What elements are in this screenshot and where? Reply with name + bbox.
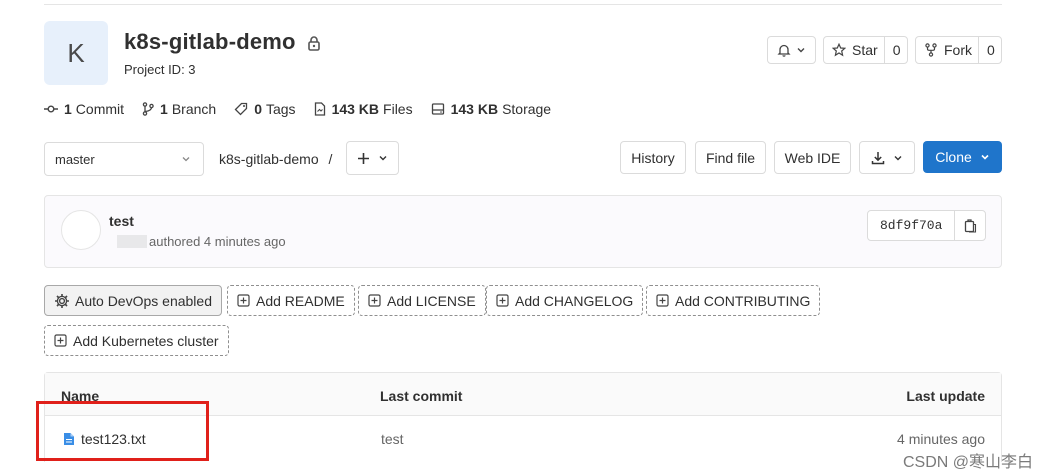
files-label: Files xyxy=(383,101,413,117)
stat-branches[interactable]: 1 Branch xyxy=(142,101,216,117)
notifications-dropdown[interactable] xyxy=(767,36,816,64)
stat-tags[interactable]: 0 Tags xyxy=(234,101,296,117)
file-last-commit[interactable]: test xyxy=(381,431,404,447)
commit-author-avatar[interactable] xyxy=(61,210,101,250)
add-contributing-label: Add CONTRIBUTING xyxy=(675,292,811,309)
plus-icon xyxy=(358,152,369,164)
files-size: 143 KB xyxy=(331,101,380,117)
chevron-down-icon xyxy=(182,157,190,162)
annotation-highlight-box xyxy=(36,401,209,461)
plus-square-icon xyxy=(237,294,250,307)
commit-sha[interactable]: 8df9f70a xyxy=(868,211,954,240)
add-readme-label: Add README xyxy=(256,292,345,309)
bell-icon xyxy=(777,44,791,57)
file-last-update: 4 minutes ago xyxy=(897,431,985,447)
breadcrumb-repo-link[interactable]: k8s-gitlab-demo xyxy=(219,151,319,167)
copy-sha-button[interactable] xyxy=(954,211,985,240)
auto-devops-button[interactable]: Auto DevOps enabled xyxy=(44,285,222,316)
copy-icon xyxy=(964,218,976,233)
star-button[interactable]: Star 0 xyxy=(823,36,908,64)
star-label: Star xyxy=(852,42,878,58)
stat-commits[interactable]: 1 Commit xyxy=(44,101,124,117)
commit-sha-group: 8df9f70a xyxy=(867,210,987,241)
file-size-icon xyxy=(314,102,325,116)
breadcrumb: k8s-gitlab-demo / xyxy=(219,151,332,167)
branches-label: Branch xyxy=(171,101,217,117)
branch-icon xyxy=(142,102,154,116)
chevron-down-icon xyxy=(894,155,902,160)
add-kubernetes-label: Add Kubernetes cluster xyxy=(73,332,219,349)
clone-button[interactable]: Clone xyxy=(923,141,1002,173)
lock-icon xyxy=(308,36,320,51)
project-id: Project ID: 3 xyxy=(124,62,196,77)
chevron-down-icon xyxy=(379,156,387,161)
add-readme-button[interactable]: Add README xyxy=(227,285,355,316)
add-to-tree-dropdown[interactable] xyxy=(346,141,399,175)
add-changelog-button[interactable]: Add CHANGELOG xyxy=(486,285,644,316)
add-changelog-label: Add CHANGELOG xyxy=(515,292,634,309)
download-icon xyxy=(871,151,885,164)
clone-label: Clone xyxy=(935,149,972,165)
chevron-down-icon xyxy=(797,48,805,53)
project-avatar-letter: K xyxy=(67,37,85,68)
project-title: k8s-gitlab-demo xyxy=(124,29,296,54)
storage-size: 143 KB xyxy=(450,101,499,117)
star-icon xyxy=(832,43,846,57)
commit-icon xyxy=(44,105,58,113)
history-button[interactable]: History xyxy=(620,141,686,174)
storage-icon xyxy=(431,103,444,115)
storage-label: Storage xyxy=(502,101,552,117)
last-commit-panel: test authored 4 minutes ago 8df9f70a xyxy=(44,195,1002,268)
add-license-button[interactable]: Add LICENSE xyxy=(358,285,486,316)
project-stats: 1 Commit 1 Branch 0 Tags 143 KB Files 14… xyxy=(44,101,569,117)
gear-icon xyxy=(55,293,69,308)
commit-meta-text: authored 4 minutes ago xyxy=(149,234,286,249)
download-dropdown[interactable] xyxy=(859,141,915,174)
plus-square-icon xyxy=(368,294,381,307)
fork-icon xyxy=(925,43,937,57)
stat-files[interactable]: 143 KB Files xyxy=(314,101,413,117)
add-kubernetes-cluster-button[interactable]: Add Kubernetes cluster xyxy=(44,325,229,356)
plus-square-icon xyxy=(656,294,669,307)
add-license-label: Add LICENSE xyxy=(387,292,476,309)
commits-label: Commit xyxy=(75,101,125,117)
column-last-commit: Last commit xyxy=(380,388,463,404)
find-file-button[interactable]: Find file xyxy=(695,141,766,174)
tag-icon xyxy=(234,102,248,116)
web-ide-button[interactable]: Web IDE xyxy=(774,141,851,174)
fork-button[interactable]: Fork 0 xyxy=(915,36,1002,64)
fork-count[interactable]: 0 xyxy=(978,37,1003,63)
watermark: CSDN @寒山李白 xyxy=(902,454,1033,471)
branch-select-value: master xyxy=(55,151,95,167)
column-last-update: Last update xyxy=(906,388,985,404)
plus-square-icon xyxy=(496,294,509,307)
branches-count: 1 xyxy=(160,101,168,117)
auto-devops-label: Auto DevOps enabled xyxy=(75,292,212,309)
branch-select[interactable]: master xyxy=(44,142,204,176)
plus-square-icon xyxy=(54,334,67,347)
commit-meta: authored 4 minutes ago xyxy=(109,234,286,249)
project-avatar[interactable]: K xyxy=(44,21,108,85)
tags-label: Tags xyxy=(265,101,296,117)
stat-storage[interactable]: 143 KB Storage xyxy=(431,101,552,117)
add-contributing-button[interactable]: Add CONTRIBUTING xyxy=(646,285,821,316)
commit-title[interactable]: test xyxy=(109,213,134,229)
fork-label: Fork xyxy=(944,42,972,58)
chevron-down-icon xyxy=(981,154,989,160)
star-count[interactable]: 0 xyxy=(883,37,909,63)
commit-author-redacted xyxy=(117,235,147,248)
breadcrumb-separator: / xyxy=(328,151,333,167)
commits-count: 1 xyxy=(64,101,72,117)
tags-count: 0 xyxy=(254,101,262,117)
top-divider xyxy=(44,4,1002,5)
